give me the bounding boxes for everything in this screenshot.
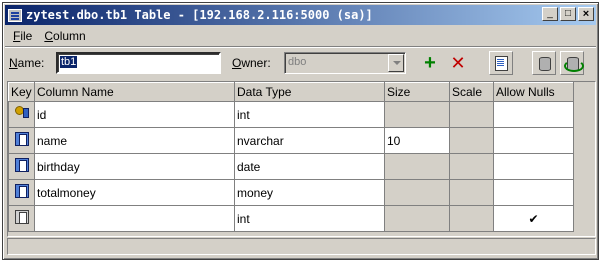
column-name-cell[interactable]: id <box>34 101 235 128</box>
table-row[interactable]: totalmoney money <box>8 179 574 206</box>
scale-cell[interactable] <box>449 101 494 128</box>
size-cell[interactable] <box>384 101 450 128</box>
allow-nulls-checkmark[interactable]: ✔ <box>493 205 574 232</box>
key-cell[interactable] <box>8 179 35 206</box>
header-data-type[interactable]: Data Type <box>234 82 385 102</box>
header-column-name[interactable]: Column Name <box>34 82 235 102</box>
column-icon <box>14 132 29 146</box>
column-name-cell[interactable]: birthday <box>34 153 235 180</box>
minimize-button[interactable]: _ <box>542 7 558 21</box>
window-title: zytest.dbo.tb1 Table - [192.168.2.116:50… <box>26 8 373 22</box>
key-cell[interactable] <box>8 153 35 180</box>
table-name-input[interactable]: tb1 <box>56 52 221 74</box>
column-name-cell[interactable]: totalmoney <box>34 179 235 206</box>
header-size[interactable]: Size <box>384 82 450 102</box>
primary-key-icon <box>14 105 30 121</box>
header-key[interactable]: Key <box>8 82 35 102</box>
table-designer-window: zytest.dbo.tb1 Table - [192.168.2.116:50… <box>2 2 599 260</box>
properties-button[interactable] <box>489 51 513 75</box>
table-row[interactable]: int ✔ <box>8 205 574 232</box>
allow-nulls-cell[interactable] <box>493 153 574 180</box>
menu-bar: File Column <box>7 27 92 45</box>
data-type-cell[interactable]: nvarchar <box>234 127 385 154</box>
menu-separator <box>5 46 596 48</box>
scale-cell[interactable] <box>449 205 494 232</box>
data-type-cell[interactable]: int <box>234 205 385 232</box>
scale-cell[interactable] <box>449 179 494 206</box>
delete-icon: ✕ <box>450 53 466 73</box>
owner-label: Owner: <box>232 56 271 70</box>
table-app-icon <box>8 8 22 22</box>
delete-column-button[interactable]: ✕ <box>446 51 470 75</box>
column-name-cell[interactable] <box>34 205 235 232</box>
key-cell[interactable] <box>8 101 35 128</box>
chevron-down-icon[interactable] <box>388 54 404 72</box>
table-row[interactable]: id int <box>8 101 574 128</box>
data-type-cell[interactable]: int <box>234 101 385 128</box>
properties-icon <box>493 55 509 71</box>
status-bar <box>7 238 596 255</box>
header-allow-nulls[interactable]: Allow Nulls <box>493 82 574 102</box>
menu-file[interactable]: File <box>7 29 38 43</box>
save-button[interactable] <box>532 51 556 75</box>
header-scale[interactable]: Scale <box>449 82 494 102</box>
menu-column[interactable]: Column <box>38 29 91 43</box>
column-name-cell[interactable]: name <box>34 127 235 154</box>
title-bar[interactable]: zytest.dbo.tb1 Table - [192.168.2.116:50… <box>5 5 596 25</box>
maximize-button[interactable]: □ <box>560 7 576 21</box>
owner-select[interactable]: dbo <box>284 52 406 74</box>
plus-icon: + <box>424 52 436 74</box>
columns-grid: Key Column Name Data Type Size Scale All… <box>7 81 596 237</box>
column-icon <box>14 184 29 198</box>
grid-header-row: Key Column Name Data Type Size Scale All… <box>8 82 574 102</box>
new-column-icon <box>14 210 29 224</box>
data-type-cell[interactable]: money <box>234 179 385 206</box>
table-row[interactable]: name nvarchar 10 <box>8 127 574 154</box>
size-cell[interactable] <box>384 153 450 180</box>
size-cell[interactable] <box>384 179 450 206</box>
allow-nulls-cell[interactable] <box>493 101 574 128</box>
data-type-cell[interactable]: date <box>234 153 385 180</box>
size-cell[interactable]: 10 <box>384 127 450 154</box>
database-icon <box>536 55 552 71</box>
column-icon <box>14 158 29 172</box>
allow-nulls-cell[interactable] <box>493 179 574 206</box>
scale-cell[interactable] <box>449 153 494 180</box>
key-cell[interactable] <box>8 205 35 232</box>
database-refresh-icon <box>563 55 584 72</box>
refresh-button[interactable] <box>560 51 584 75</box>
close-button[interactable]: × <box>578 7 594 21</box>
name-label: Name: <box>9 56 45 70</box>
key-cell[interactable] <box>8 127 35 154</box>
add-column-button[interactable]: + <box>418 51 442 75</box>
table-row[interactable]: birthday date <box>8 153 574 180</box>
allow-nulls-cell[interactable] <box>493 127 574 154</box>
scale-cell[interactable] <box>449 127 494 154</box>
size-cell[interactable] <box>384 205 450 232</box>
